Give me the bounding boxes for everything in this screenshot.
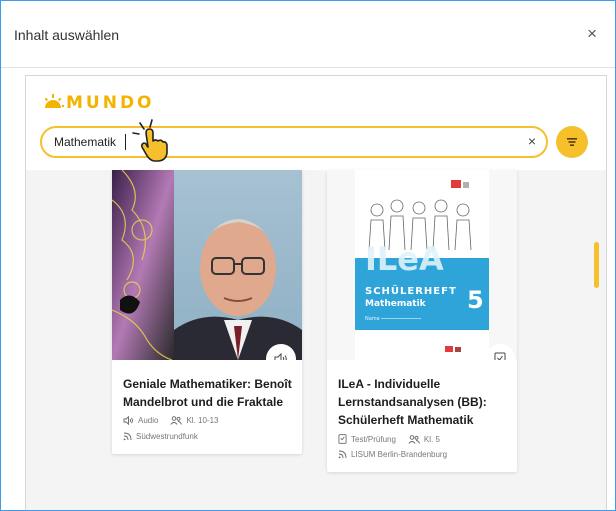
- ilea-logo-text: ILeA: [365, 240, 444, 278]
- publisher-name: Südwestrundfunk: [136, 432, 198, 441]
- search-box[interactable]: ×: [40, 126, 548, 158]
- sun-logo-icon: [44, 94, 64, 108]
- users-icon: [170, 416, 183, 425]
- scrollbar-thumb[interactable]: [594, 242, 599, 288]
- result-card[interactable]: Geniale Mathematiker: Benoît Mandelbrot …: [112, 170, 302, 454]
- card-publisher: LISUM Berlin-Brandenburg: [338, 450, 447, 459]
- result-card[interactable]: ILeA SCHÜLERHEFT Mathematik 5 Name ILeA …: [327, 170, 517, 472]
- clear-search-button[interactable]: ×: [528, 133, 536, 149]
- text-caret: [125, 134, 126, 150]
- header-divider: [1, 67, 615, 68]
- speaker-icon: [123, 416, 133, 425]
- card-meta: Test/Prüfung Kl. 5: [338, 434, 440, 444]
- speaker-icon: [274, 353, 287, 360]
- publisher-name: LISUM Berlin-Brandenburg: [351, 450, 448, 459]
- search-input[interactable]: [54, 133, 494, 151]
- users-icon: [408, 434, 420, 444]
- dialog-title: Inhalt auswählen: [14, 27, 120, 43]
- ilea-cover-image: ILeA SCHÜLERHEFT Mathematik 5 Name: [327, 170, 517, 360]
- mundo-brand-name: MUNDO: [66, 93, 155, 113]
- cover-name-label: Name: [365, 316, 380, 322]
- grade-level: Kl. 10-13: [186, 416, 219, 425]
- card-thumbnail: [112, 170, 302, 360]
- content-picker-dialog: Inhalt auswählen × MUNDO ×: [0, 0, 616, 511]
- checklist-icon: [494, 352, 506, 360]
- rss-icon: [123, 432, 132, 441]
- mandelbrot-portrait-image: [112, 170, 302, 360]
- media-type: Test/Prüfung: [351, 434, 396, 444]
- pointer-hand-icon: [132, 119, 168, 162]
- mundo-logo: MUNDO: [42, 92, 155, 114]
- card-title[interactable]: ILeA - Individuelle Lernstandsanalysen (…: [338, 375, 510, 429]
- cover-heading: SCHÜLERHEFT: [365, 283, 457, 297]
- cover-grade-number: 5: [467, 286, 484, 314]
- card-publisher: Südwestrundfunk: [123, 432, 198, 441]
- filter-icon: [567, 138, 577, 146]
- card-meta: Audio Kl. 10-13: [123, 416, 219, 425]
- search-header: MUNDO ×: [26, 76, 606, 170]
- grade-level: Kl. 5: [423, 434, 440, 444]
- close-button[interactable]: ×: [587, 25, 597, 42]
- mundo-embed-frame: MUNDO ×: [25, 75, 607, 510]
- checklist-icon: [338, 434, 347, 444]
- card-title[interactable]: Geniale Mathematiker: Benoît Mandelbrot …: [123, 375, 295, 411]
- cover-subject: Mathematik: [365, 299, 427, 309]
- filter-button[interactable]: [556, 126, 588, 158]
- media-type: Audio: [138, 416, 159, 425]
- rss-icon: [338, 450, 347, 459]
- dialog-header: Inhalt auswählen ×: [1, 1, 615, 67]
- card-thumbnail: ILeA SCHÜLERHEFT Mathematik 5 Name: [327, 170, 517, 360]
